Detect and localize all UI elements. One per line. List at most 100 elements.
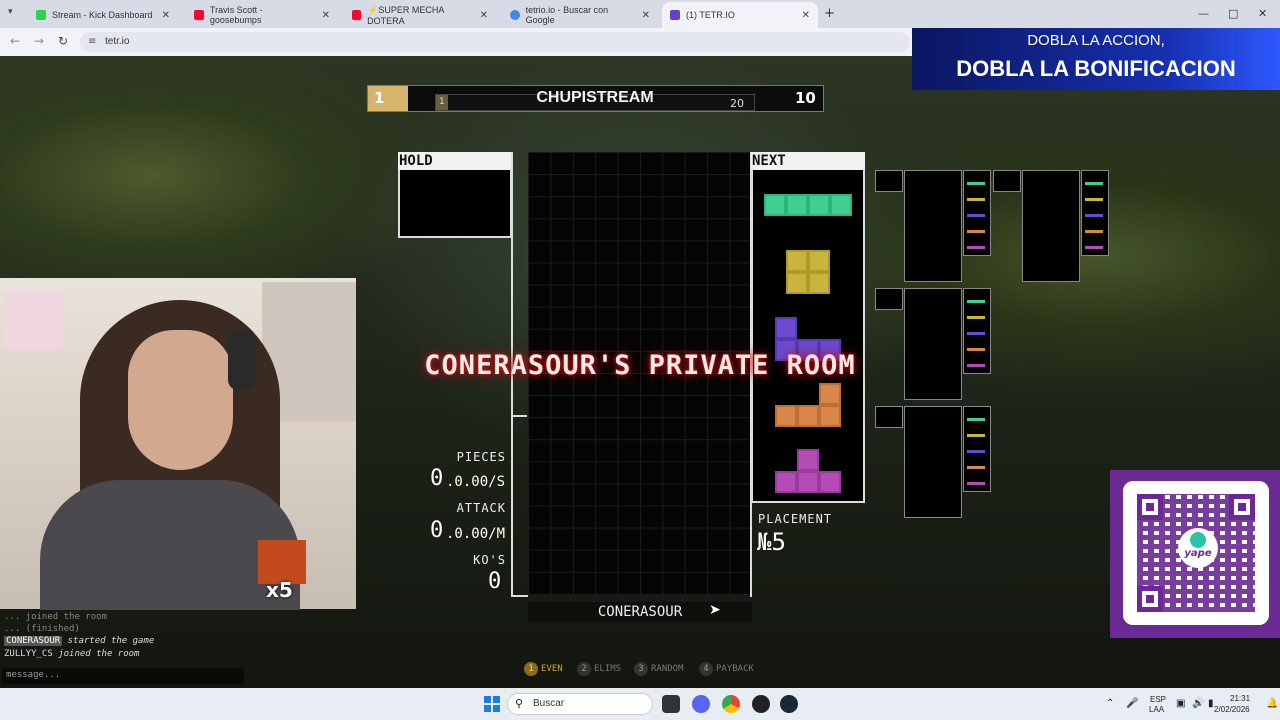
language-layout[interactable]: LAA bbox=[1149, 705, 1164, 714]
language-code[interactable]: ESP bbox=[1150, 695, 1166, 704]
tab-label: (1) TETR.IO bbox=[686, 10, 735, 20]
qr-finder bbox=[1137, 586, 1163, 612]
site-info-icon[interactable]: ≡ bbox=[88, 36, 96, 47]
tab-label: Stream - Kick Dashboard bbox=[52, 10, 153, 20]
tab-kick[interactable]: Stream - Kick Dashboard ✕ bbox=[28, 4, 178, 26]
qr-finder bbox=[1229, 494, 1255, 520]
mini-next-piece bbox=[967, 182, 985, 185]
next-piece-o-mino bbox=[786, 272, 808, 294]
yape-logo-dot bbox=[1190, 532, 1206, 548]
next-piece-l-mino bbox=[775, 405, 797, 427]
chat-line: ... joined the room bbox=[4, 612, 107, 622]
tab-label: ⚡SUPER MECHA DOTERA bbox=[367, 4, 444, 26]
mode-random[interactable]: 3 RANDOM bbox=[634, 662, 684, 676]
mini-next-piece bbox=[967, 364, 985, 367]
google-icon bbox=[510, 10, 520, 20]
match-title: CHUPISTREAM bbox=[536, 89, 654, 106]
close-tab-icon[interactable]: ✕ bbox=[642, 10, 650, 21]
chat-input-placeholder: message... bbox=[6, 670, 61, 680]
discord-icon[interactable] bbox=[692, 695, 710, 713]
mode-elims[interactable]: 2 ELIMS bbox=[577, 662, 621, 676]
forward-icon[interactable]: → bbox=[34, 34, 44, 48]
new-tab-icon[interactable]: + bbox=[824, 6, 835, 21]
close-tab-icon[interactable]: ✕ bbox=[480, 10, 488, 21]
back-icon[interactable]: ← bbox=[10, 34, 20, 48]
left-score: 1 bbox=[368, 86, 408, 111]
mini-next-piece bbox=[967, 348, 985, 351]
microphone-icon[interactable]: 🎤 bbox=[1126, 698, 1138, 709]
tab-youtube-travis[interactable]: Travis Scott - goosebumps ✕ bbox=[186, 4, 338, 26]
next-piece-i-mino bbox=[808, 194, 830, 216]
close-window-icon[interactable]: ✕ bbox=[1258, 7, 1267, 20]
mini-board bbox=[1022, 170, 1080, 282]
tray-expand-icon[interactable]: ⌃ bbox=[1106, 698, 1114, 709]
minimize-icon[interactable]: — bbox=[1198, 7, 1209, 20]
tab-tetrio[interactable]: (1) TETR.IO ✕ bbox=[662, 2, 818, 28]
next-piece-l-mino bbox=[819, 383, 841, 405]
obs-icon[interactable] bbox=[752, 695, 770, 713]
mini-next-piece bbox=[967, 482, 985, 485]
mini-board bbox=[904, 406, 962, 518]
mini-next-piece bbox=[1085, 214, 1103, 217]
youtube-icon bbox=[352, 10, 362, 20]
next-piece-i-mino bbox=[764, 194, 786, 216]
mini-next-piece bbox=[967, 434, 985, 437]
tab-google[interactable]: tetrio.io - Buscar con Google ✕ bbox=[502, 4, 658, 26]
mini-next-piece bbox=[967, 246, 985, 249]
mini-next-piece bbox=[967, 450, 985, 453]
hold-box bbox=[398, 170, 512, 238]
next-piece-l-mino bbox=[819, 405, 841, 427]
maximize-icon[interactable]: □ bbox=[1228, 7, 1238, 20]
browser-tab-bar: ▾ Stream - Kick Dashboard ✕ Travis Scott… bbox=[0, 0, 1280, 28]
network-icon[interactable]: ▣ bbox=[1176, 698, 1185, 709]
search-icon: ⚲ bbox=[515, 697, 524, 710]
chat-line: CONERASOUR started the game bbox=[4, 636, 155, 646]
hold-label: HOLD bbox=[399, 153, 433, 169]
reload-icon[interactable]: ↻ bbox=[58, 34, 68, 48]
task-view-icon[interactable] bbox=[662, 695, 680, 713]
mini-next-piece bbox=[967, 466, 985, 469]
address-bar[interactable] bbox=[80, 32, 910, 52]
clock-date[interactable]: 2/02/2026 bbox=[1214, 705, 1250, 714]
url-text: tetr.io bbox=[105, 36, 130, 47]
notifications-icon[interactable]: 🔔 bbox=[1266, 698, 1278, 709]
mini-hold bbox=[875, 406, 903, 428]
windows-start-icon[interactable] bbox=[484, 696, 500, 712]
chrome-icon[interactable] bbox=[722, 695, 740, 713]
mini-next-piece bbox=[967, 332, 985, 335]
pieces-count: 0 bbox=[430, 466, 444, 491]
close-tab-icon[interactable]: ✕ bbox=[322, 10, 330, 21]
volume-icon[interactable]: 🔊 bbox=[1192, 698, 1204, 709]
mini-next-piece bbox=[967, 230, 985, 233]
tetrio-icon bbox=[670, 10, 680, 20]
promo-line-1: DOBLA LA ACCION, bbox=[1027, 32, 1165, 49]
mini-next-piece bbox=[1085, 230, 1103, 233]
attack-rate: .0.00/M bbox=[446, 526, 506, 542]
mode-even[interactable]: 1 EVEN bbox=[524, 662, 563, 676]
placement-value: №5 bbox=[757, 528, 786, 556]
garbage-meter-marker bbox=[513, 415, 527, 417]
search-placeholder: Buscar bbox=[533, 698, 565, 709]
mini-next-piece bbox=[967, 198, 985, 201]
taskbar-search[interactable] bbox=[507, 693, 653, 715]
mode-payback[interactable]: 4 PAYBACK bbox=[699, 662, 754, 676]
next-piece-t-mino bbox=[797, 449, 819, 471]
steam-icon[interactable] bbox=[780, 695, 798, 713]
kick-icon bbox=[36, 10, 46, 20]
tab-youtube-mecha[interactable]: ⚡SUPER MECHA DOTERA ✕ bbox=[344, 4, 496, 26]
next-piece-l-mino bbox=[797, 405, 819, 427]
next-piece-t-mino bbox=[797, 471, 819, 493]
kos-value: 0 bbox=[488, 569, 502, 594]
chat-username[interactable]: ZULLYY_CS bbox=[4, 649, 53, 659]
mini-hold bbox=[875, 170, 903, 192]
webcam-decoration bbox=[4, 290, 64, 350]
tab-search-icon[interactable]: ▾ bbox=[8, 7, 13, 17]
close-tab-icon[interactable]: ✕ bbox=[162, 10, 170, 21]
pieces-label: PIECES bbox=[456, 450, 506, 464]
clock-time[interactable]: 21:31 bbox=[1230, 694, 1250, 703]
mouse-cursor-icon: ➤ bbox=[709, 602, 721, 618]
battery-icon[interactable]: ▮ bbox=[1208, 698, 1214, 709]
close-tab-icon[interactable]: ✕ bbox=[802, 10, 810, 21]
next-piece-t-mino bbox=[775, 471, 797, 493]
chat-username[interactable]: CONERASOUR bbox=[4, 636, 63, 646]
